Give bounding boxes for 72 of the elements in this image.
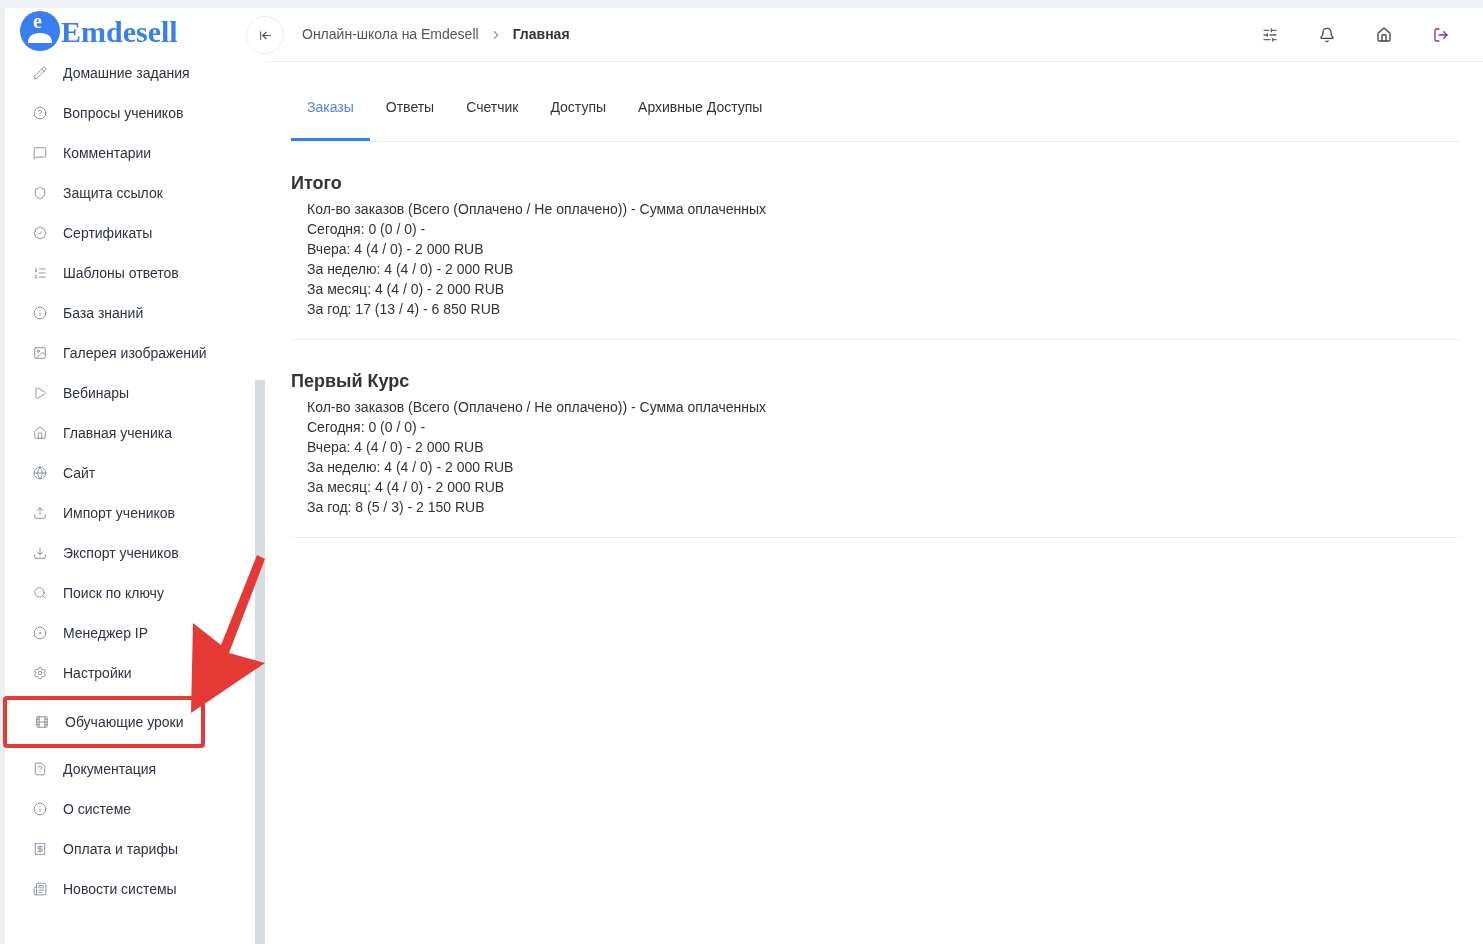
bell-icon[interactable] bbox=[1319, 26, 1335, 43]
sidebar-item[interactable]: Оплата и тарифы bbox=[5, 828, 255, 870]
tab[interactable]: Счетчик bbox=[450, 85, 535, 141]
image-icon bbox=[33, 346, 47, 360]
globe-icon bbox=[33, 466, 47, 480]
house-icon[interactable] bbox=[1376, 26, 1392, 43]
sidebar-item[interactable]: Поиск по ключу bbox=[5, 572, 255, 614]
sidebar-item[interactable]: Новости системы bbox=[5, 868, 255, 910]
stat-line: За год: 17 (13 / 4) - 6 850 RUB bbox=[306, 300, 502, 319]
sidebar-item[interactable]: Комментарии bbox=[5, 132, 255, 174]
logo-letter: e bbox=[33, 11, 42, 31]
stat-line: За месяц: 4 (4 / 0) - 2 000 RUB bbox=[306, 280, 506, 299]
sidebar-item[interactable]: Вебинары bbox=[5, 372, 255, 414]
sidebar-item[interactable]: Домашние задания bbox=[5, 52, 255, 94]
shield-icon bbox=[33, 186, 47, 200]
stat-line: Сегодня: 0 (0 / 0) - bbox=[306, 418, 427, 437]
pencil-icon bbox=[33, 66, 47, 80]
sidebar-item[interactable]: Сайт bbox=[5, 452, 255, 494]
info-icon bbox=[33, 306, 47, 320]
sidebar-item[interactable]: Главная ученика bbox=[5, 412, 255, 454]
list-icon bbox=[33, 266, 47, 280]
play-icon bbox=[33, 386, 47, 400]
sidebar-item[interactable]: Шаблоны ответов bbox=[5, 252, 255, 294]
section-title: Итого bbox=[291, 172, 343, 195]
sidebar-item[interactable]: Защита ссылок bbox=[5, 172, 255, 214]
tab[interactable]: Ответы bbox=[369, 85, 451, 141]
breadcrumb: Главная bbox=[512, 25, 570, 44]
stat-line: Кол-во заказов (Всего (Оплачено / Не оплачено)) - Сумма оплаченных bbox=[306, 200, 768, 219]
sidebar-item[interactable]: Сертификаты bbox=[5, 212, 255, 254]
sidebar-item[interactable]: База знаний bbox=[5, 292, 255, 334]
sidebar-item[interactable]: Вопросы учеников bbox=[5, 92, 255, 134]
scrollbar-thumb[interactable] bbox=[255, 380, 265, 944]
sidebar-item[interactable]: Настройки bbox=[5, 652, 255, 694]
target-icon bbox=[33, 626, 47, 640]
help-icon bbox=[33, 106, 47, 120]
film-icon bbox=[35, 715, 49, 729]
sidebar-item[interactable]: Экспорт учеников bbox=[5, 532, 255, 574]
receipt-icon bbox=[33, 842, 47, 856]
download-icon bbox=[33, 546, 47, 560]
section-title: Первый Курс bbox=[291, 370, 411, 393]
logo-icon bbox=[20, 11, 60, 51]
sidebar-item[interactable]: О системе bbox=[5, 788, 255, 830]
settings-icon bbox=[33, 666, 47, 680]
house-icon bbox=[33, 426, 47, 440]
breadcrumb[interactable]: Онлайн-школа на Emdesell bbox=[302, 24, 479, 45]
stat-line: Вчера: 4 (4 / 0) - 2 000 RUB bbox=[306, 240, 485, 259]
upload-icon bbox=[33, 506, 47, 520]
stat-line: За год: 8 (5 / 3) - 2 150 RUB bbox=[306, 498, 486, 517]
sidebar-item[interactable]: Галерея изображений bbox=[5, 332, 255, 374]
stat-line: За неделю: 4 (4 / 0) - 2 000 RUB bbox=[306, 260, 515, 279]
logo-text: Emdesell bbox=[61, 13, 178, 50]
tab[interactable]: Заказы bbox=[291, 85, 370, 141]
sidebar-item[interactable]: Документация bbox=[5, 748, 255, 790]
stat-line: За неделю: 4 (4 / 0) - 2 000 RUB bbox=[306, 458, 515, 477]
stat-line: За месяц: 4 (4 / 0) - 2 000 RUB bbox=[306, 478, 506, 497]
sidebar-item[interactable]: Импорт учеников bbox=[5, 492, 255, 534]
document-help-icon bbox=[33, 762, 47, 776]
tab[interactable]: Доступы bbox=[534, 85, 623, 141]
info-icon bbox=[33, 802, 47, 816]
settings-sliders-icon[interactable] bbox=[1262, 26, 1278, 43]
sidebar-item[interactable]: Менеджер IP bbox=[5, 612, 255, 654]
stat-line: Кол-во заказов (Всего (Оплачено / Не оплачено)) - Сумма оплаченных bbox=[306, 398, 768, 417]
search-icon bbox=[33, 586, 47, 600]
tab[interactable]: Архивные Доступы bbox=[622, 85, 779, 141]
stat-line: Вчера: 4 (4 / 0) - 2 000 RUB bbox=[306, 438, 485, 457]
badge-icon bbox=[33, 226, 47, 240]
comment-icon bbox=[33, 146, 47, 160]
newspaper-icon bbox=[33, 882, 47, 896]
sidebar-item[interactable]: Обучающие уроки bbox=[3, 696, 205, 748]
collapse-icon bbox=[258, 28, 272, 42]
logout-icon[interactable] bbox=[1433, 26, 1449, 43]
stat-line: Сегодня: 0 (0 / 0) - bbox=[306, 220, 427, 239]
